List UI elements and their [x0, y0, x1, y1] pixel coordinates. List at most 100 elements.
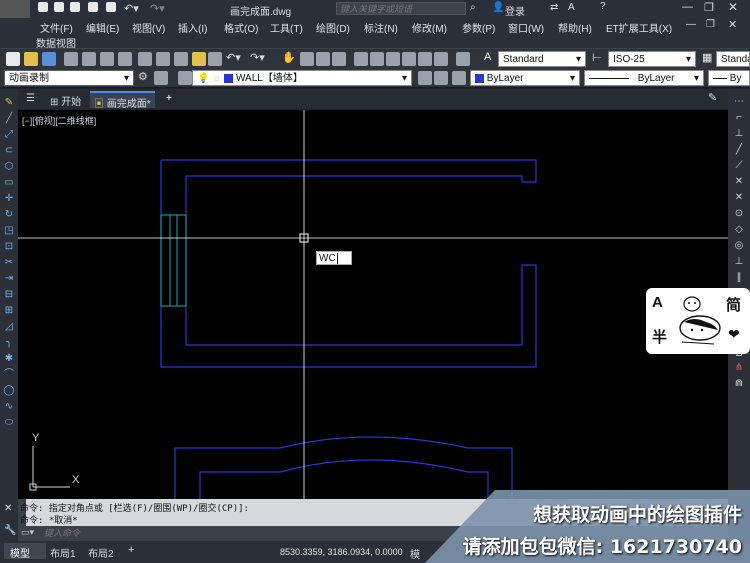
paste-icon[interactable]: [174, 52, 188, 66]
wrench-icon[interactable]: 🔧: [4, 525, 16, 536]
zoom-window-icon[interactable]: [316, 52, 330, 66]
arc-icon[interactable]: ⌒: [3, 369, 15, 381]
workspace-select[interactable]: 动画录制 ▾: [4, 70, 134, 86]
command-close-icon[interactable]: ✕: [4, 503, 12, 514]
copy-icon[interactable]: [156, 52, 170, 66]
rotate-icon[interactable]: ↻: [3, 209, 15, 221]
tab-menu-icon[interactable]: ☰: [26, 93, 35, 104]
make-current-icon[interactable]: [418, 71, 432, 85]
tab-layout2[interactable]: 布局2: [88, 545, 114, 560]
new-tab-button[interactable]: +: [162, 91, 176, 108]
tab-start[interactable]: ⊞ 开始: [46, 91, 85, 108]
tab-layout1[interactable]: 布局1: [50, 545, 76, 560]
join-icon[interactable]: ⊞: [3, 305, 15, 317]
dynamic-input-box[interactable]: WC: [316, 251, 352, 265]
open-file-icon[interactable]: [54, 2, 64, 12]
doc-minimize-button[interactable]: —: [686, 19, 696, 30]
print-icon[interactable]: [106, 2, 116, 12]
redo-toolbar-icon[interactable]: ↷▾: [250, 51, 265, 64]
menu-et-tools[interactable]: ET扩展工具(X): [606, 20, 672, 35]
search-icon[interactable]: ⌕: [470, 2, 476, 13]
cursor-coordinates[interactable]: 8530.3359, 3186.0934, 0.0000: [280, 547, 403, 557]
snap-perpendicular-icon[interactable]: ⊥: [732, 255, 746, 268]
login-link[interactable]: 登录: [505, 3, 525, 18]
break-icon[interactable]: ⊟: [3, 289, 15, 301]
redo-icon[interactable]: ↷▾: [150, 2, 165, 15]
markup-icon[interactable]: [418, 52, 432, 66]
snap-center-icon[interactable]: ⊙: [732, 207, 746, 220]
snap-extension-icon[interactable]: ✕: [732, 175, 746, 188]
text-style-select[interactable]: Standard ▾: [498, 51, 586, 67]
layer-state-icon[interactable]: [452, 71, 466, 85]
menu-insert[interactable]: 插入(I): [178, 20, 207, 35]
a360-icon[interactable]: A: [568, 2, 575, 13]
command-prompt-icon[interactable]: ▭▾: [21, 527, 34, 538]
quickcalc-icon[interactable]: [434, 52, 448, 66]
layer-select[interactable]: 💡 ☼ WALL【墙体】 ▾: [192, 70, 412, 86]
save-icon[interactable]: [70, 2, 80, 12]
new-file-icon[interactable]: [38, 2, 48, 12]
app-logo[interactable]: [0, 0, 30, 18]
menu-file[interactable]: 文件(F): [40, 20, 73, 35]
doc-restore-button[interactable]: ❐: [706, 19, 715, 30]
chamfer-icon[interactable]: ◿: [3, 321, 15, 333]
block-editor-icon[interactable]: [208, 52, 222, 66]
publish-3d-icon[interactable]: [118, 52, 132, 66]
cut-icon[interactable]: [138, 52, 152, 66]
circle-icon[interactable]: ◯: [3, 385, 15, 397]
menu-help[interactable]: 帮助(H): [558, 20, 592, 35]
match-properties-icon[interactable]: [192, 52, 206, 66]
menu-view[interactable]: 视图(V): [132, 20, 165, 35]
ellipse-icon[interactable]: ⬭: [3, 417, 15, 429]
line-icon[interactable]: ╱: [3, 113, 15, 125]
restore-button[interactable]: ❐: [704, 1, 714, 14]
snap-settings-icon[interactable]: ⋒: [732, 377, 746, 390]
menu-edit[interactable]: 编辑(E): [86, 20, 119, 35]
tab-model[interactable]: 模型: [4, 543, 46, 560]
snap-tangent-icon[interactable]: ◎: [732, 239, 746, 252]
move-icon[interactable]: ✛: [3, 193, 15, 205]
menu-modify[interactable]: 修改(M): [412, 20, 447, 35]
snap-none-icon[interactable]: ⋔: [732, 361, 746, 374]
drawing-canvas[interactable]: [−][俯视][二维线框] Y X WC: [18, 110, 728, 500]
menu-window[interactable]: 窗口(W): [508, 20, 544, 35]
user-icon[interactable]: 👤: [492, 2, 504, 13]
plot-icon[interactable]: [64, 52, 78, 66]
snap-endpoint-icon[interactable]: ⌐: [732, 111, 746, 124]
search-input[interactable]: [337, 3, 447, 15]
add-layout-button[interactable]: +: [128, 544, 134, 556]
help-icon[interactable]: ?: [600, 1, 606, 12]
fillet-icon[interactable]: ╮: [3, 337, 15, 349]
color-select[interactable]: ByLayer ▾: [470, 70, 580, 86]
snap-midpoint-icon[interactable]: ⊥: [732, 127, 746, 140]
rectangle-icon[interactable]: ▭: [3, 177, 15, 189]
table-style-select[interactable]: Standa: [716, 51, 750, 67]
exchange-icon[interactable]: ⇄: [550, 2, 558, 13]
menu-dimension[interactable]: 标注(N): [364, 20, 398, 35]
close-button[interactable]: ✕: [728, 0, 738, 14]
snap-cross-icon[interactable]: ✕: [732, 191, 746, 204]
menu-draw[interactable]: 绘图(D): [316, 20, 350, 35]
zoom-previous-icon[interactable]: [332, 52, 346, 66]
polygon-icon[interactable]: ⬡: [3, 161, 15, 173]
menu-tools[interactable]: 工具(T): [270, 20, 303, 35]
pencil-icon[interactable]: ✎: [3, 97, 15, 109]
snap-quadrant-icon[interactable]: ◇: [732, 223, 746, 236]
snap-intersection-icon[interactable]: ╱: [732, 143, 746, 156]
construction-line-icon[interactable]: ⤢: [3, 129, 15, 141]
dim-style-select[interactable]: ISO-25 ▾: [608, 51, 696, 67]
layer-previous-icon[interactable]: [434, 71, 448, 85]
window-frame[interactable]: [160, 214, 187, 307]
snap-apparent-icon[interactable]: ⟋: [732, 159, 746, 172]
lineweight-select[interactable]: By: [708, 70, 750, 86]
menu-format[interactable]: 格式(O): [224, 20, 258, 35]
search-box[interactable]: [336, 2, 466, 15]
tab-drawing[interactable]: ▣ 画完成面*: [90, 91, 155, 110]
extend-icon[interactable]: ⇥: [3, 273, 15, 285]
snap-parallel-icon[interactable]: ∥: [732, 271, 746, 284]
design-center-icon[interactable]: [370, 52, 384, 66]
undo-icon[interactable]: ↶▾: [124, 2, 139, 15]
scale-icon[interactable]: ◳: [3, 225, 15, 237]
new-icon[interactable]: [6, 52, 20, 66]
tab-settings-icon[interactable]: ✎: [708, 91, 717, 104]
